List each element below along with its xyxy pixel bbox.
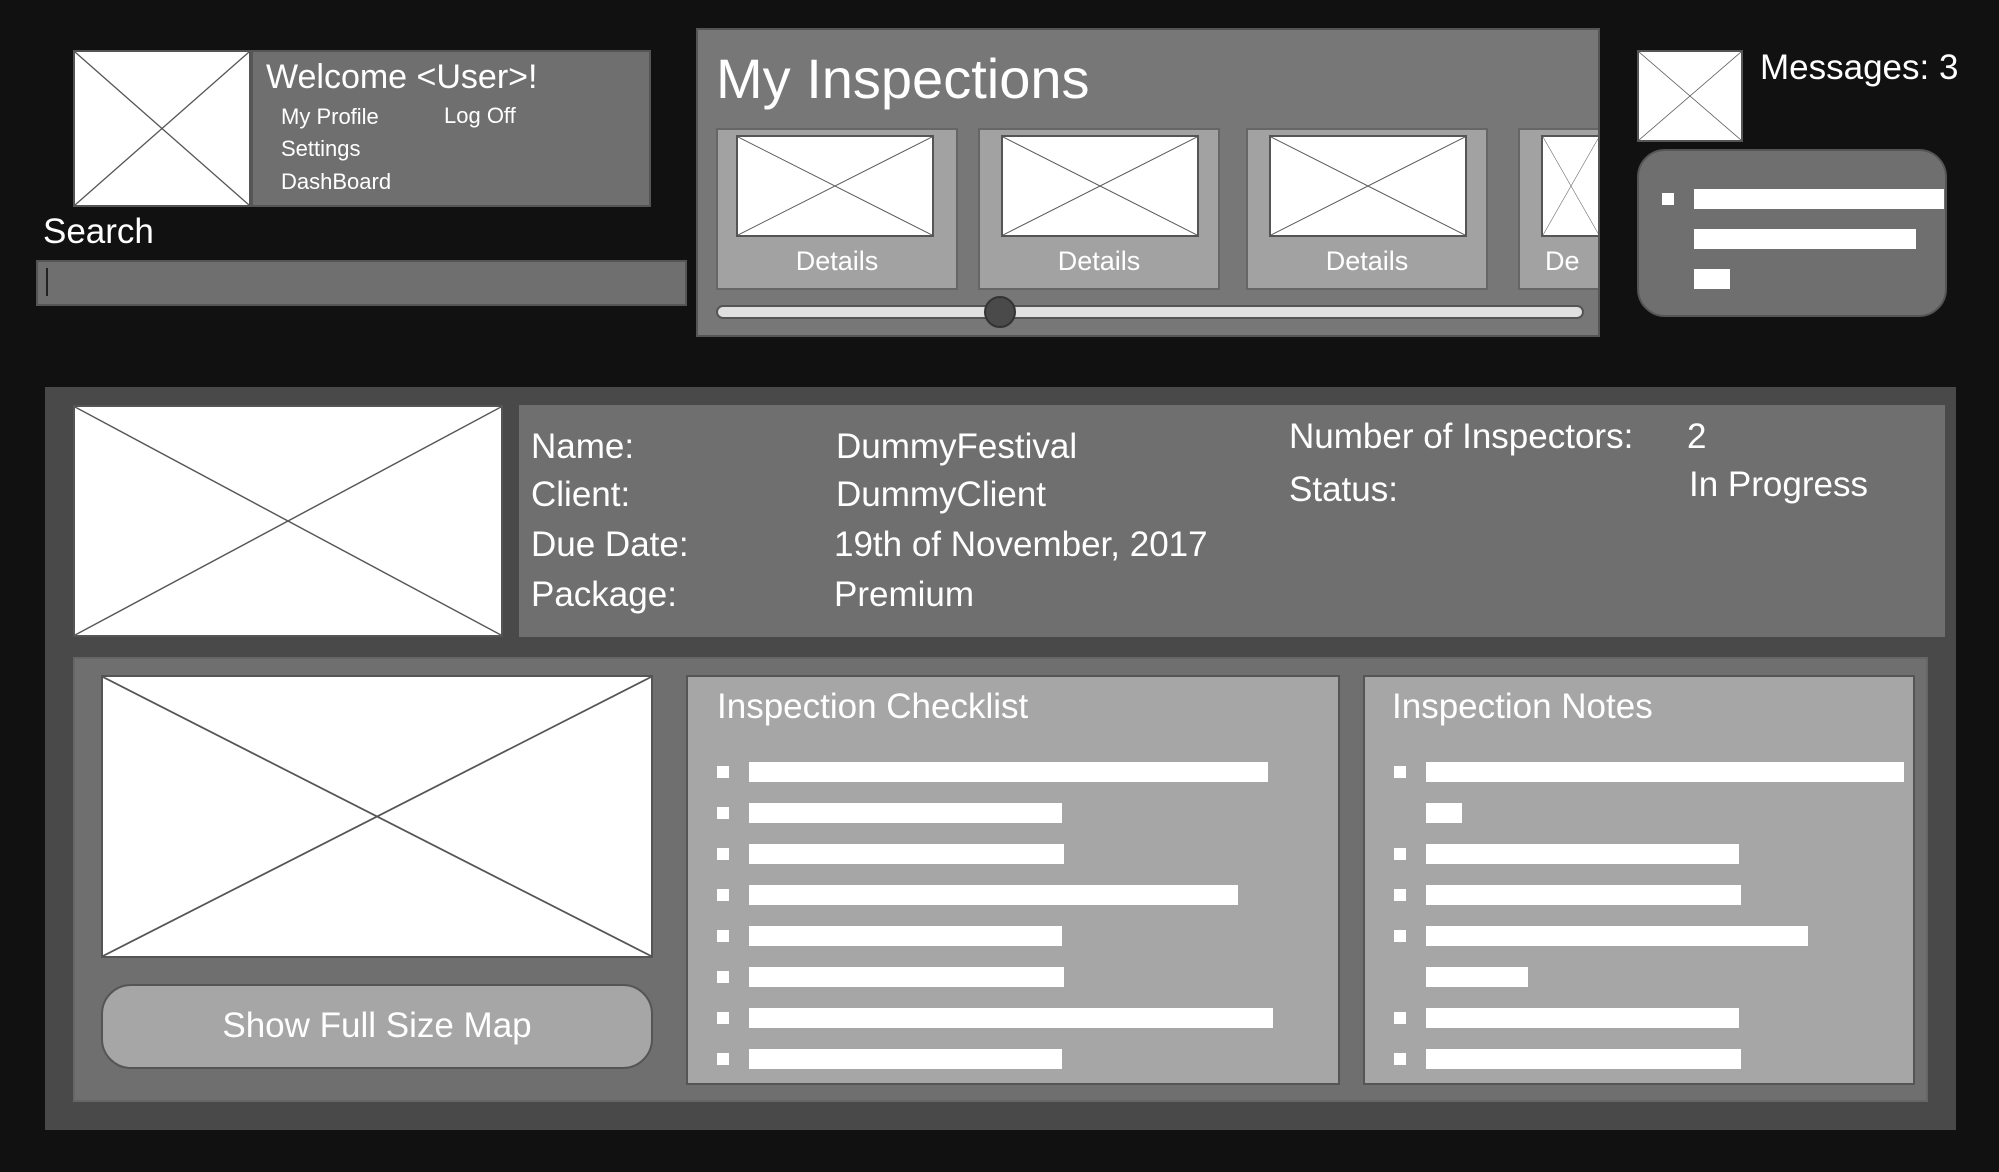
inspection-card[interactable]: Details	[978, 128, 1220, 290]
checklist-item	[749, 844, 1064, 864]
show-full-size-map-button[interactable]: Show Full Size Map	[101, 984, 653, 1069]
messages-preview[interactable]	[1637, 149, 1947, 317]
name-value: DummyFestival	[836, 427, 1078, 466]
message-line	[1694, 229, 1916, 249]
note-line	[1426, 926, 1808, 946]
messages-count: Messages: 3	[1760, 48, 1959, 87]
checklist-title: Inspection Checklist	[717, 687, 1029, 726]
notes-title: Inspection Notes	[1392, 687, 1653, 726]
inspection-card[interactable]: Details	[1246, 128, 1488, 290]
inspectors-label: Number of Inspectors:	[1289, 417, 1634, 456]
dashboard-link[interactable]: DashBoard	[281, 169, 391, 195]
status-label: Status:	[1289, 470, 1398, 509]
message-line	[1694, 269, 1730, 289]
checklist-item	[749, 967, 1064, 987]
list-bullet	[717, 807, 729, 819]
list-bullet	[717, 1012, 729, 1024]
list-bullet	[717, 1053, 729, 1065]
due-date-value: 19th of November, 2017	[834, 525, 1208, 564]
map-preview	[101, 675, 653, 958]
checklist-item	[749, 885, 1238, 905]
package-value: Premium	[834, 575, 975, 614]
client-value: DummyClient	[836, 475, 1047, 514]
list-bullet	[717, 766, 729, 778]
list-bullet	[717, 930, 729, 942]
card-details-label: De	[1545, 246, 1580, 276]
inspection-thumbnail	[736, 135, 934, 237]
list-bullet	[1394, 1012, 1406, 1024]
search-input[interactable]	[36, 260, 687, 306]
note-line	[1426, 803, 1462, 823]
list-bullet	[1394, 1053, 1406, 1065]
search-label: Search	[43, 212, 154, 251]
carousel-scroll-thumb[interactable]	[983, 296, 1016, 328]
inspection-thumbnail	[1541, 135, 1598, 237]
inspection-notes: Inspection Notes	[1363, 675, 1915, 1085]
due-date-label: Due Date:	[531, 525, 689, 564]
carousel-scrollbar[interactable]	[716, 305, 1584, 319]
note-line	[1426, 885, 1741, 905]
list-bullet	[1394, 766, 1406, 778]
inspectors-value: 2	[1687, 417, 1707, 456]
inspection-thumbnail	[1001, 135, 1199, 237]
list-bullet	[1394, 848, 1406, 860]
checklist-item	[749, 1049, 1062, 1069]
status-value: In Progress	[1689, 465, 1868, 504]
list-bullet	[717, 971, 729, 983]
message-bullet	[1662, 193, 1674, 205]
client-label: Client:	[531, 475, 631, 514]
user-menu-panel: Welcome <User>! My Profile Log Off Setti…	[251, 50, 651, 207]
card-details-label: Details	[1057, 246, 1141, 276]
note-line	[1426, 1008, 1739, 1028]
note-line	[1426, 762, 1904, 782]
note-line	[1426, 1049, 1741, 1069]
list-bullet	[717, 848, 729, 860]
checklist-item	[749, 762, 1268, 782]
note-line	[1426, 967, 1528, 987]
inspections-panel: My Inspections Details Details Details D…	[696, 28, 1600, 337]
note-line	[1426, 844, 1739, 864]
list-bullet	[1394, 889, 1406, 901]
messages-icon[interactable]	[1637, 50, 1743, 142]
message-line	[1694, 189, 1944, 209]
welcome-text: Welcome <User>!	[266, 58, 538, 96]
checklist-item	[749, 1008, 1273, 1028]
checklist-item	[749, 926, 1062, 946]
log-off-link[interactable]: Log Off	[444, 103, 516, 129]
package-label: Package:	[531, 575, 677, 614]
inspection-card[interactable]: Details	[716, 128, 958, 290]
list-bullet	[717, 889, 729, 901]
checklist-item	[749, 803, 1062, 823]
inspection-info: Name: DummyFestival Client: DummyClient …	[519, 405, 1945, 637]
inspection-image	[73, 405, 503, 637]
name-label: Name:	[531, 427, 635, 466]
text-caret	[46, 268, 48, 296]
my-profile-link[interactable]: My Profile	[281, 104, 379, 130]
settings-link[interactable]: Settings	[281, 136, 361, 162]
inspections-title: My Inspections	[716, 47, 1090, 110]
inspection-card[interactable]: De	[1518, 128, 1598, 290]
inspection-thumbnail	[1269, 135, 1467, 237]
inspection-checklist: Inspection Checklist	[686, 675, 1340, 1085]
user-avatar	[73, 50, 251, 207]
card-details-label: Details	[1325, 246, 1409, 276]
card-details-label: Details	[795, 246, 879, 276]
list-bullet	[1394, 930, 1406, 942]
